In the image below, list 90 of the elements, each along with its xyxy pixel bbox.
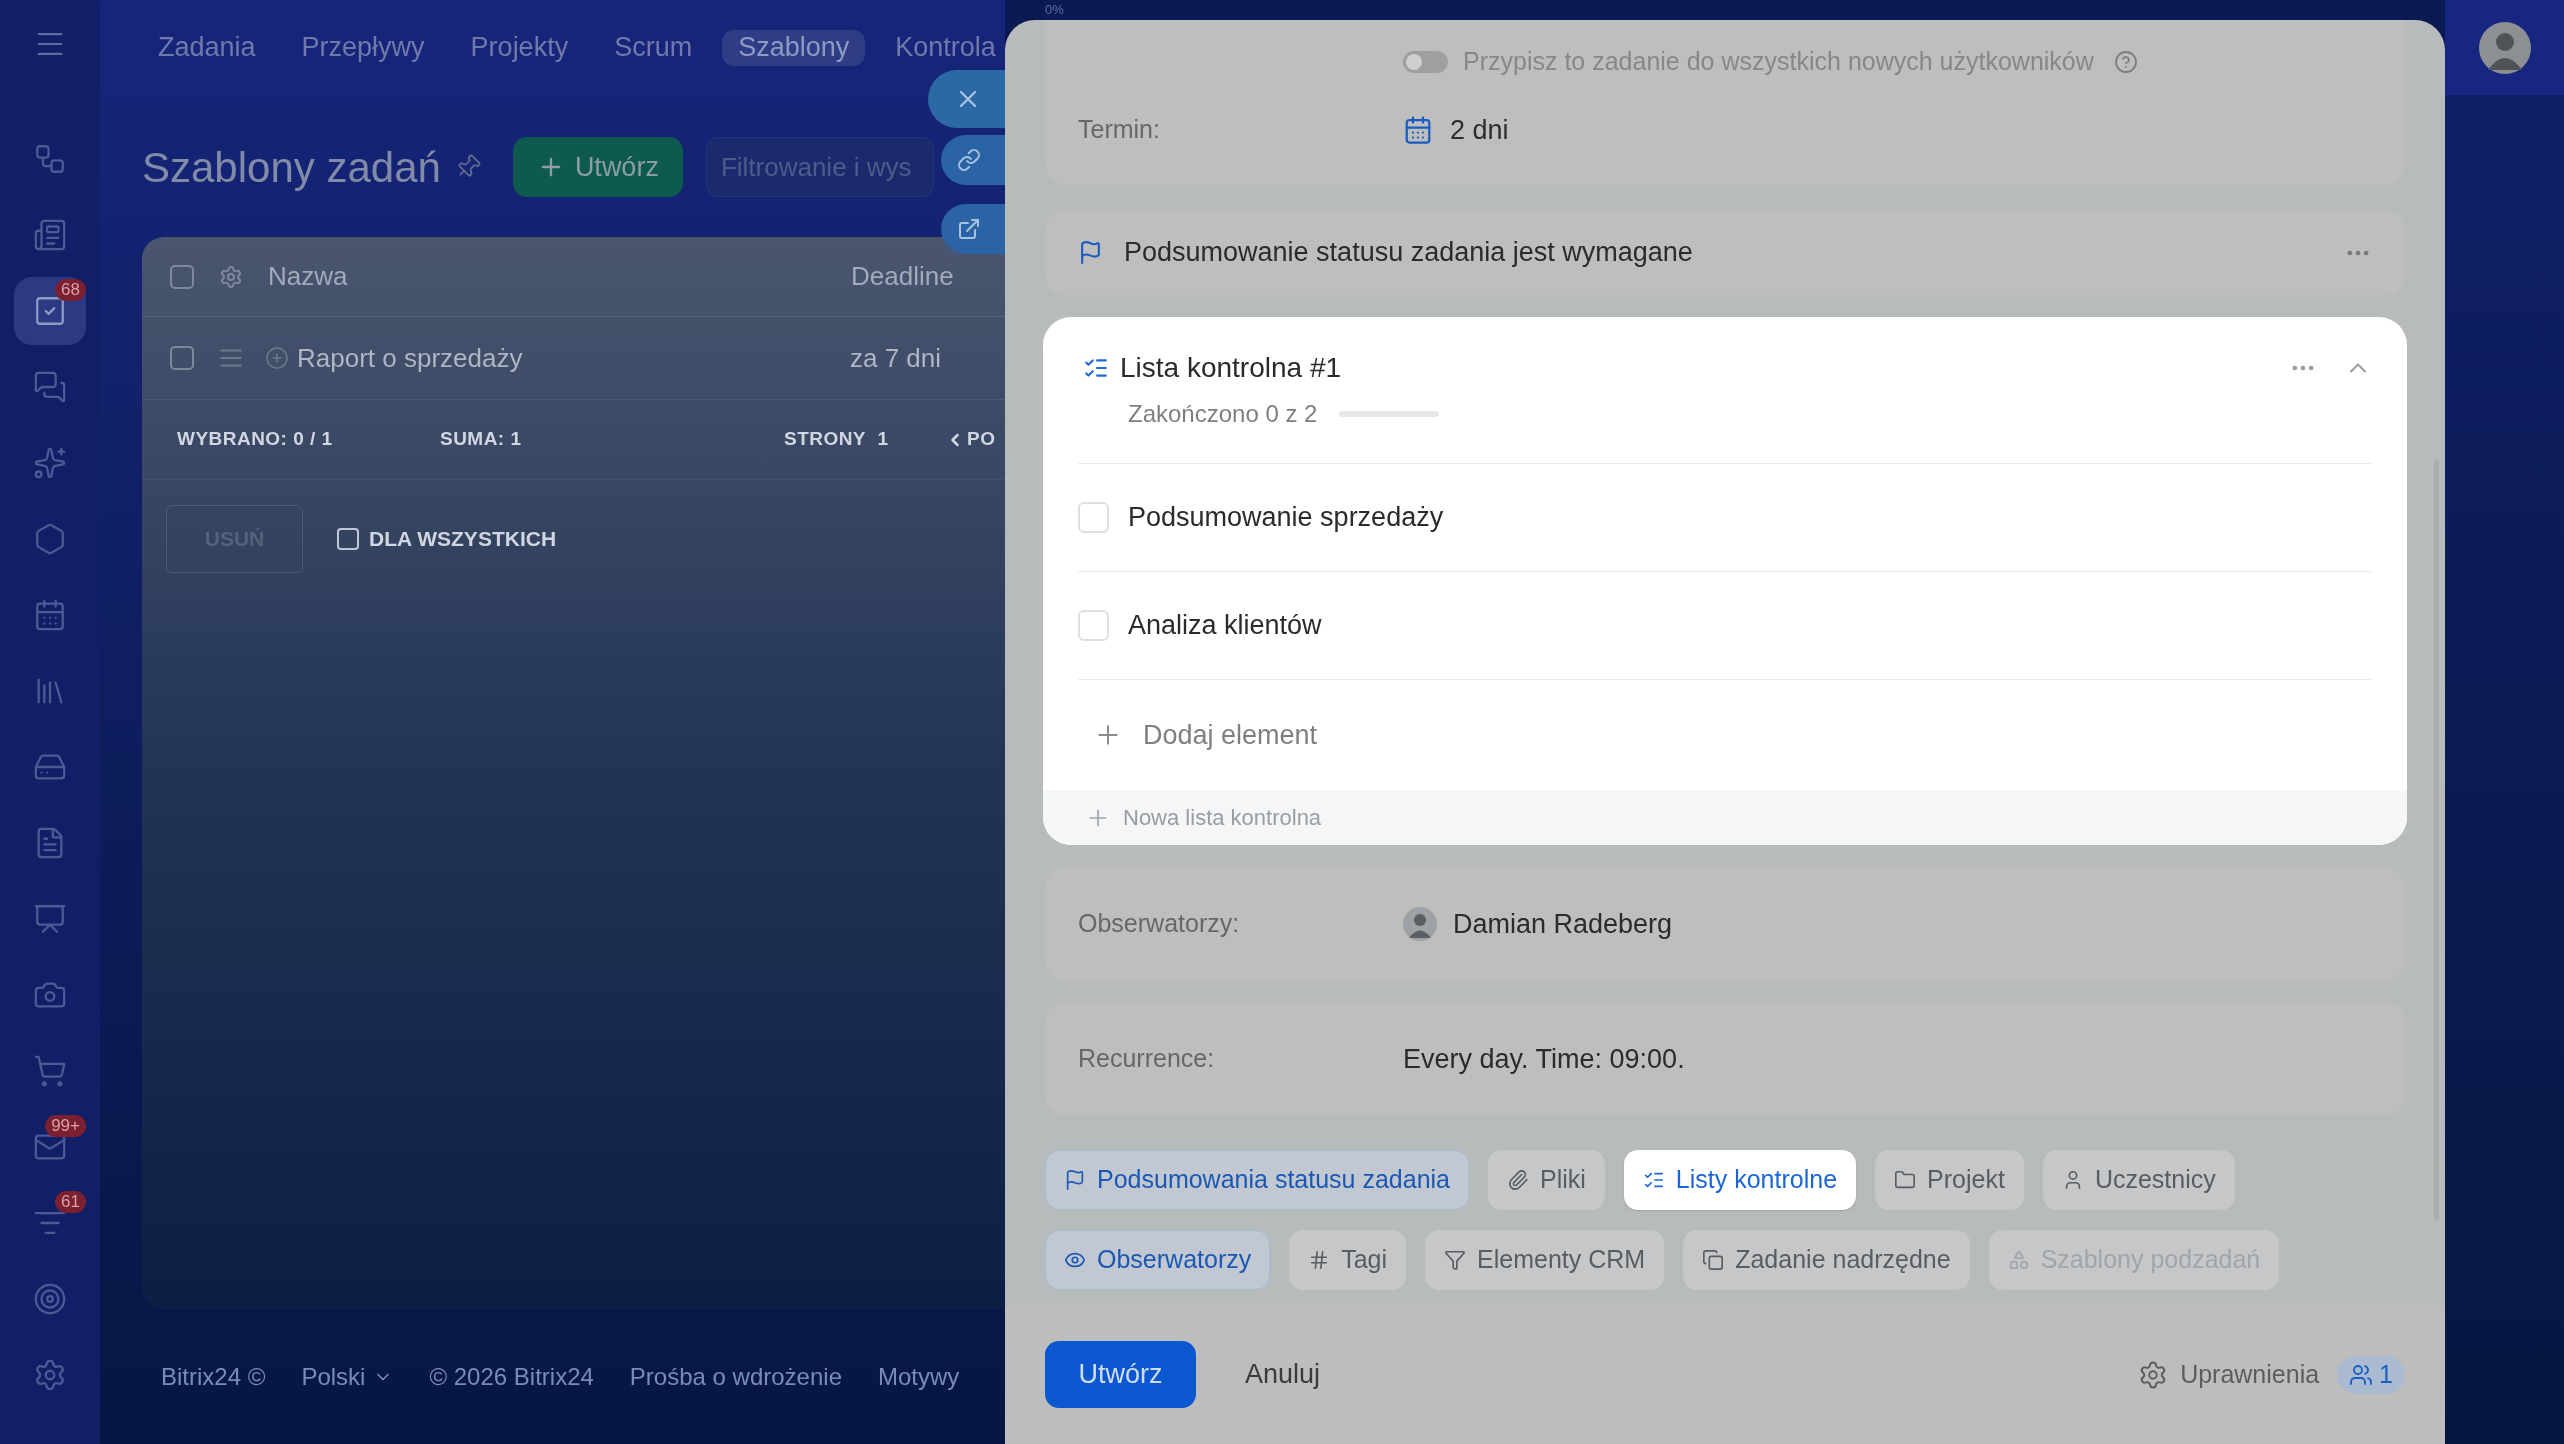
external-link-icon — [957, 217, 981, 241]
new-checklist-bar[interactable]: Nowa lista kontrolna — [1043, 790, 2407, 845]
permissions-button[interactable]: Uprawnienia — [2138, 1355, 2320, 1394]
field-value: Every day. Time: 09:00. — [1403, 1042, 1685, 1076]
feature-chip[interactable]: Uczestnicy — [2042, 1150, 2235, 1210]
nav-tab[interactable]: Zadania — [142, 29, 272, 66]
feature-chip[interactable]: Obserwatorzy — [1045, 1230, 1271, 1290]
footer-link[interactable]: Prośba o wdrożenie — [629, 1359, 842, 1395]
card-title: Podsumowanie statusu zadania jest wymagane — [1124, 236, 1694, 270]
add-item-link[interactable]: Dodaj element — [1093, 714, 1318, 756]
nav-tab[interactable]: Projekty — [454, 29, 585, 66]
count-badge: 68 — [55, 279, 86, 301]
avatar — [1403, 907, 1437, 941]
column-header: Nazwa — [268, 260, 349, 293]
create-button[interactable]: Utwórz — [1045, 1341, 1196, 1408]
cancel-button[interactable]: Anuluj — [1231, 1341, 1335, 1408]
funnel-icon — [1444, 1249, 1467, 1271]
cart-icon — [33, 1054, 67, 1088]
workflow-icon — [33, 142, 67, 176]
create-button[interactable]: Utwórz — [512, 137, 683, 197]
column-header: Deadline — [851, 260, 954, 293]
nav-tab[interactable]: Przepływy — [285, 29, 441, 66]
checkbox[interactable] — [170, 264, 194, 289]
footer-link[interactable]: Bitrix24 © — [161, 1359, 266, 1395]
feature-chip[interactable]: Tagi — [1289, 1230, 1407, 1290]
table-cell-text: Raport o sprzedaży — [297, 341, 524, 375]
feature-chip[interactable]: Pliki — [1488, 1150, 1605, 1210]
users-icon — [2349, 1362, 2374, 1387]
folder-icon — [1894, 1169, 1917, 1191]
paperclip-icon — [1507, 1169, 1529, 1191]
link-button[interactable] — [941, 135, 1005, 185]
help-icon[interactable] — [2113, 50, 2138, 74]
total-count: SUMA: 1 — [440, 427, 523, 452]
task-check-icon — [33, 294, 67, 328]
toggle-label: Przypisz to zadanie do wszystkich nowych użytkowników — [1463, 46, 2094, 78]
presentation-icon — [33, 902, 67, 936]
previous-link[interactable]: PO — [945, 425, 996, 454]
target-icon — [33, 1282, 67, 1316]
progress-caption: 0% — [1045, 3, 1064, 17]
count-badge: 61 — [55, 1191, 86, 1213]
close-button[interactable] — [928, 70, 1005, 128]
sidebar-item[interactable]: 99+ — [14, 1113, 86, 1181]
feature-chip[interactable]: Projekt — [1875, 1150, 2024, 1210]
shapes-icon — [2007, 1249, 2030, 1271]
nav-tab[interactable]: Kontrola — [879, 29, 1005, 66]
footer-link[interactable]: Polski — [301, 1359, 394, 1395]
settings-icon — [33, 1358, 67, 1392]
sidebar-item[interactable]: 68 — [14, 277, 86, 345]
flag-icon — [1078, 240, 1103, 265]
newspaper-icon — [33, 218, 67, 252]
nav-tab[interactable]: Scrum — [598, 29, 709, 66]
checkbox[interactable] — [337, 527, 359, 550]
field-value: 2 dni — [1450, 113, 1509, 147]
calendar-icon — [1403, 115, 1433, 145]
footer-link[interactable]: Motywy — [878, 1359, 960, 1395]
progress-text: Zakończono 0 z 2 — [1128, 399, 1318, 429]
feature-chip[interactable]: Listy kontrolne — [1623, 1150, 1857, 1210]
checklist-item: Analiza klientów — [1128, 609, 1322, 643]
avatar[interactable] — [2478, 21, 2531, 74]
feature-chip[interactable]: Podsumowania statusu zadania — [1045, 1150, 1469, 1210]
selected-count: WYBRANO: 0 / 1 — [177, 427, 334, 452]
feature-chip[interactable]: Zadanie nadrzędne — [1683, 1230, 1970, 1290]
nav-tab[interactable]: Szablony — [722, 29, 866, 66]
count-badge: 99+ — [45, 1115, 86, 1137]
open-new-window-button[interactable] — [941, 204, 1005, 254]
checklist-title: Lista kontrolna #1 — [1120, 351, 1343, 385]
page-count: STRONY 1 — [784, 427, 890, 452]
participants-badge[interactable]: 1 — [2337, 1355, 2405, 1394]
chat-icon — [33, 370, 67, 404]
feature-chip[interactable]: Elementy CRM — [1425, 1230, 1665, 1290]
observer-name: Damian Radeberg — [1453, 907, 1673, 941]
field-label: Termin: — [1078, 114, 1161, 146]
checkbox-label: DLA WSZYSTKICH — [369, 525, 557, 552]
calendar-icon — [33, 598, 67, 632]
add-circle-icon[interactable] — [265, 346, 289, 370]
toggle-switch[interactable] — [1403, 51, 1448, 73]
squares-icon — [1702, 1249, 1725, 1271]
sparkles-icon — [33, 446, 67, 480]
page-title: Szablony zadań — [142, 142, 441, 193]
sidebar-item[interactable]: 61 — [14, 1189, 86, 1257]
checklist-item: Podsumowanie sprzedaży — [1128, 501, 1444, 535]
flag-icon — [1064, 1169, 1086, 1191]
field-label: Recurrence: — [1078, 1043, 1216, 1075]
settings-icon[interactable] — [219, 264, 243, 289]
checkbox[interactable] — [170, 346, 194, 370]
link-icon — [957, 148, 981, 172]
footer-link[interactable]: © 2026 Bitrix24 — [429, 1359, 594, 1395]
field-label: Obserwatorzy: — [1078, 908, 1241, 940]
hexagon-icon — [33, 522, 67, 556]
table-cell-text: za 7 dni — [850, 341, 942, 375]
